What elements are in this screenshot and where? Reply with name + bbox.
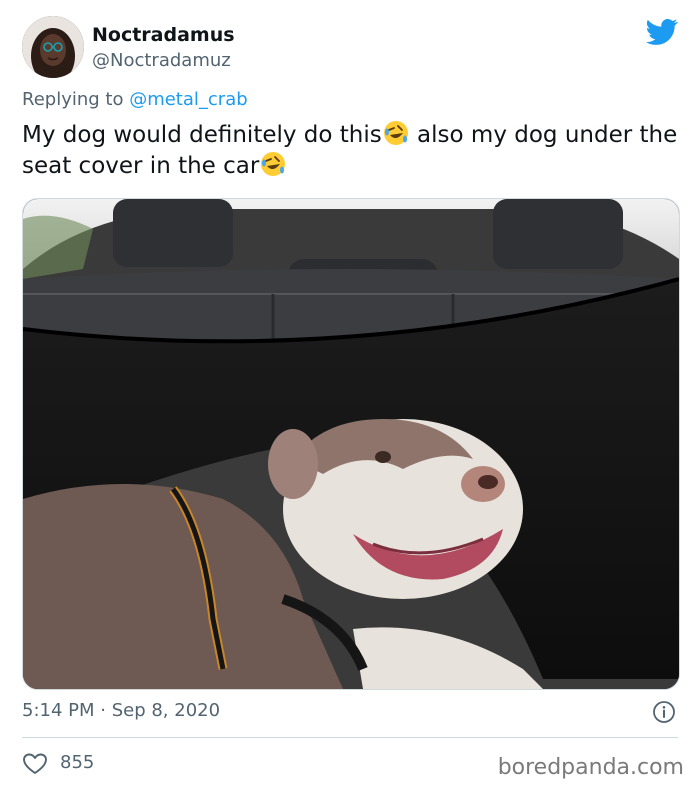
tweet-timestamp[interactable]: 5:14 PM · Sep 8, 2020	[22, 700, 220, 721]
heart-icon[interactable]	[22, 752, 48, 776]
author-handle[interactable]: @Noctradamuz	[92, 50, 231, 71]
rolling-laughing-emoji-icon	[261, 152, 286, 176]
tweet-text: My dog would definitely do this also my …	[22, 120, 682, 182]
watermark: boredpanda.com	[497, 755, 684, 780]
tweet-photo[interactable]	[22, 198, 680, 690]
dog-under-seat-cover-photo	[23, 199, 679, 689]
info-icon[interactable]	[652, 700, 676, 724]
rolling-laughing-emoji-icon	[383, 121, 408, 145]
divider	[22, 737, 678, 738]
avatar[interactable]	[22, 16, 84, 78]
replying-to-line: Replying to @metal_crab	[22, 89, 248, 110]
replying-prefix: Replying to	[22, 89, 130, 110]
reply-mention-link[interactable]: @metal_crab	[129, 89, 247, 110]
like-count: 855	[60, 752, 95, 773]
author-display-name[interactable]: Noctradamus	[92, 24, 235, 46]
tweet-text-part1: My dog would definitely do this	[22, 122, 382, 148]
tweet-header: Noctradamus @Noctradamuz	[22, 16, 682, 78]
twitter-bird-icon[interactable]	[646, 18, 678, 46]
